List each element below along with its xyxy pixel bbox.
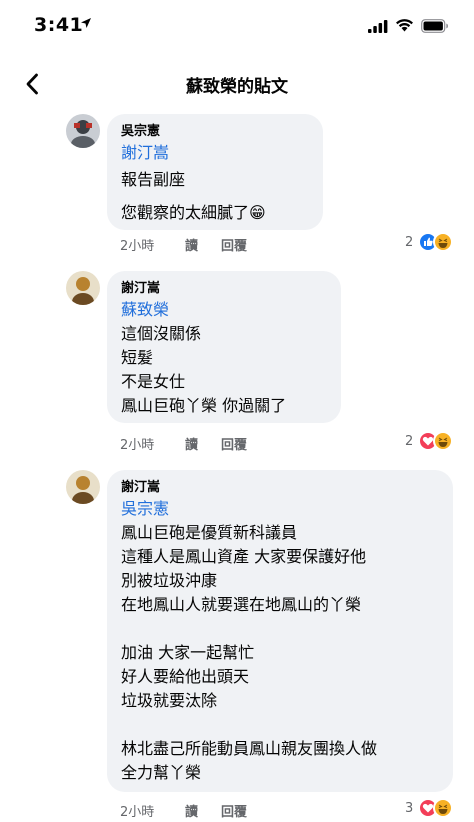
comment-text-line: 短髮 <box>121 348 154 367</box>
reply-link[interactable]: 回覆 <box>221 235 247 254</box>
comment-text-line: 不是女仕 <box>121 372 186 391</box>
comment-text-line: 鳳山巨砲是優質新科議員 <box>121 523 298 542</box>
comment-text-line: 鳳山巨砲丫榮 你過關了 <box>121 396 287 415</box>
avatar[interactable] <box>66 470 100 504</box>
line-break <box>121 713 441 737</box>
haha-reaction-icon <box>433 431 453 451</box>
comment-text-line: 報告副座 <box>121 170 186 189</box>
comment-mention[interactable]: 謝汀嵩 <box>121 141 311 165</box>
haha-reaction-icon <box>433 798 453 818</box>
reaction-count[interactable]: 3 <box>405 801 413 816</box>
location-arrow-icon <box>81 18 91 28</box>
haha-reaction-icon <box>433 232 453 252</box>
avatar-image <box>66 271 100 305</box>
wifi-icon <box>396 19 413 32</box>
avatar[interactable] <box>66 271 100 305</box>
reaction-count[interactable]: 2 <box>405 235 413 250</box>
read-link[interactable]: 讀 <box>185 434 198 453</box>
comment-mention[interactable]: 蘇致榮 <box>121 298 329 322</box>
comment-text-line: 好人要給他出頭天 <box>121 667 250 686</box>
avatar-image <box>66 470 100 504</box>
read-link[interactable]: 讀 <box>185 801 198 820</box>
avatar-image <box>66 114 100 148</box>
comment-bubble: 謝汀嵩 蘇致榮 這個沒關係 短髮 不是女仕 鳳山巨砲丫榮 你過關了 <box>107 271 341 423</box>
status-time: 3:41 <box>34 14 84 36</box>
comment-author[interactable]: 謝汀嵩 <box>121 479 441 497</box>
comment-bubble: 吳宗憲 謝汀嵩 報告副座 您觀察的太細膩了😁 <box>107 114 323 230</box>
comment-text-line: 這個沒關係 <box>121 324 202 343</box>
comment-timestamp: 2小時 <box>120 239 155 254</box>
page-title: 蘇致榮的貼文 <box>186 77 288 97</box>
read-link[interactable]: 讀 <box>185 235 198 254</box>
comment-timestamp: 2小時 <box>120 805 155 820</box>
line-break <box>121 617 441 641</box>
cellular-signal-icon <box>368 20 388 33</box>
comment-text-line: 垃圾就要汰除 <box>121 691 218 710</box>
comment-text-line: 您觀察的太細膩了😁 <box>121 203 266 222</box>
comment-author[interactable]: 謝汀嵩 <box>121 280 329 298</box>
comment-bubble: 謝汀嵩 吳宗憲 鳳山巨砲是優質新科議員 這種人是鳳山資產 大家要保護好他 別被垃… <box>107 470 453 792</box>
comment-author[interactable]: 吳宗憲 <box>121 123 311 141</box>
comment-text-line: 這種人是鳳山資產 大家要保護好他 <box>121 547 367 566</box>
battery-icon <box>421 19 448 33</box>
comment-text-line: 加油 大家一起幫忙 <box>121 643 255 662</box>
comment-text-line: 別被垃圾沖康 <box>121 571 218 590</box>
comment-mention[interactable]: 吳宗憲 <box>121 497 441 521</box>
comment-text-line: 林北盡己所能動員鳳山親友團換人做 <box>121 739 378 758</box>
nav-bar: 蘇致榮的貼文 <box>0 52 474 116</box>
comment-text-line: 全力幫丫榮 <box>121 763 202 782</box>
comment-timestamp: 2小時 <box>120 438 155 453</box>
reply-link[interactable]: 回覆 <box>221 801 247 820</box>
status-bar: 3:41 <box>0 0 474 52</box>
avatar[interactable] <box>66 114 100 148</box>
reaction-count[interactable]: 2 <box>405 434 413 449</box>
comment-text-line: 在地鳳山人就要選在地鳳山的丫榮 <box>121 595 362 614</box>
reply-link[interactable]: 回覆 <box>221 434 247 453</box>
